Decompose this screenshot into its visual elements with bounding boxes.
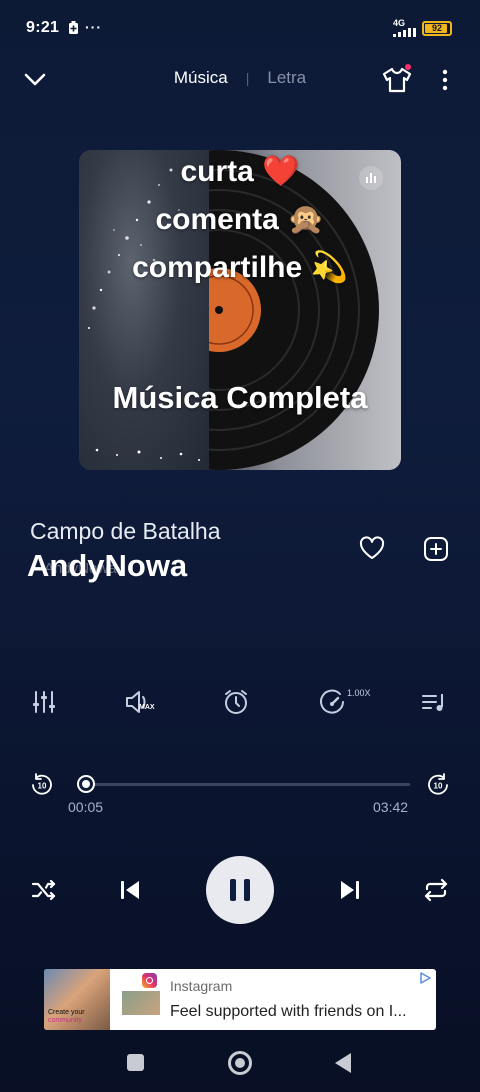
forward-10-icon: 10 bbox=[428, 773, 448, 795]
playback-speed-label: 1.00X bbox=[347, 688, 371, 698]
ad-image-caption-line2: community bbox=[48, 1017, 82, 1024]
rewind-10-icon: 10 bbox=[32, 773, 52, 795]
volume-max-icon[interactable] bbox=[124, 688, 152, 716]
nav-home-icon[interactable] bbox=[228, 1051, 252, 1075]
ad-banner[interactable]: Create your community Instagram Feel sup… bbox=[44, 969, 436, 1030]
overlay-text-comment: comenta 🙊 bbox=[155, 203, 325, 236]
ad-text[interactable]: Feel supported with friends on I... bbox=[170, 1003, 424, 1021]
overlay-text-share: compartilhe 💫 bbox=[132, 251, 348, 284]
overlay-text-like: curta ❤️ bbox=[180, 155, 300, 188]
status-time: 9:21 bbox=[26, 19, 60, 36]
ad-image-caption: Create your community bbox=[48, 1009, 85, 1025]
add-to-playlist-icon[interactable] bbox=[423, 536, 449, 562]
battery-icon: 92 bbox=[422, 20, 452, 36]
notification-dot bbox=[405, 64, 411, 70]
signal-icon bbox=[393, 28, 416, 37]
current-time: 00:05 bbox=[68, 799, 104, 815]
playback-speed-icon[interactable] bbox=[318, 688, 346, 716]
queue-playlist-icon[interactable] bbox=[420, 688, 448, 716]
tab-music[interactable]: Música bbox=[174, 68, 228, 88]
nav-home-dot bbox=[235, 1058, 245, 1068]
theme-shirt-icon[interactable] bbox=[382, 66, 412, 94]
song-title: Campo de Batalha bbox=[30, 518, 221, 544]
total-time: 03:42 bbox=[373, 799, 409, 815]
more-options-icon[interactable] bbox=[438, 68, 452, 92]
skip-next-icon[interactable] bbox=[336, 876, 364, 904]
battery-label: 92 bbox=[431, 23, 442, 33]
status-notification-icons: ··· bbox=[68, 19, 102, 35]
nav-recents-icon[interactable] bbox=[127, 1054, 144, 1071]
forward-10-button[interactable]: 10 bbox=[426, 773, 450, 797]
skip-previous-icon[interactable] bbox=[116, 876, 144, 904]
ad-brand: Instagram bbox=[170, 978, 233, 994]
shuffle-icon[interactable] bbox=[30, 876, 58, 904]
ad-image[interactable]: Create your community bbox=[44, 969, 110, 1030]
pause-button[interactable] bbox=[206, 856, 274, 924]
battery-saver-icon bbox=[69, 20, 78, 34]
progress-track[interactable] bbox=[78, 783, 410, 786]
pause-icon-bar-right bbox=[244, 879, 250, 901]
visualizer-icon[interactable] bbox=[359, 166, 383, 190]
forward-seconds-label: 10 bbox=[434, 782, 443, 791]
nav-back-icon[interactable] bbox=[334, 1052, 352, 1074]
progress-thumb[interactable] bbox=[78, 777, 93, 791]
overlay-text-full-song: Música Completa bbox=[112, 380, 368, 415]
rewind-seconds-label: 10 bbox=[38, 782, 47, 791]
song-artist[interactable]: AndyNowa bbox=[27, 548, 187, 584]
equalizer-icon[interactable] bbox=[30, 688, 58, 716]
album-art[interactable]: curta ❤️ comenta 🙊 compartilhe 💫 Música … bbox=[79, 150, 401, 470]
repeat-icon[interactable] bbox=[422, 876, 450, 904]
tab-separator: | bbox=[245, 70, 250, 86]
pause-icon-bar-left bbox=[230, 879, 236, 901]
ad-choices-icon[interactable] bbox=[418, 971, 432, 985]
heart-icon[interactable] bbox=[359, 536, 385, 560]
ad-thumbnail bbox=[122, 991, 160, 1015]
rewind-10-button[interactable]: 10 bbox=[30, 773, 54, 797]
sleep-timer-alarm-icon[interactable] bbox=[222, 688, 250, 716]
ad-image-caption-line1: Create your bbox=[48, 1009, 85, 1016]
vinyl-record-icon bbox=[209, 150, 379, 470]
tab-lyrics[interactable]: Letra bbox=[267, 68, 306, 88]
more-notifications-icon: ··· bbox=[85, 19, 102, 35]
volume-max-label: MAX bbox=[139, 704, 155, 711]
network-type: 4G bbox=[393, 18, 406, 28]
status-right-icons: 4G 92 bbox=[393, 19, 452, 37]
instagram-logo-icon bbox=[142, 973, 157, 988]
